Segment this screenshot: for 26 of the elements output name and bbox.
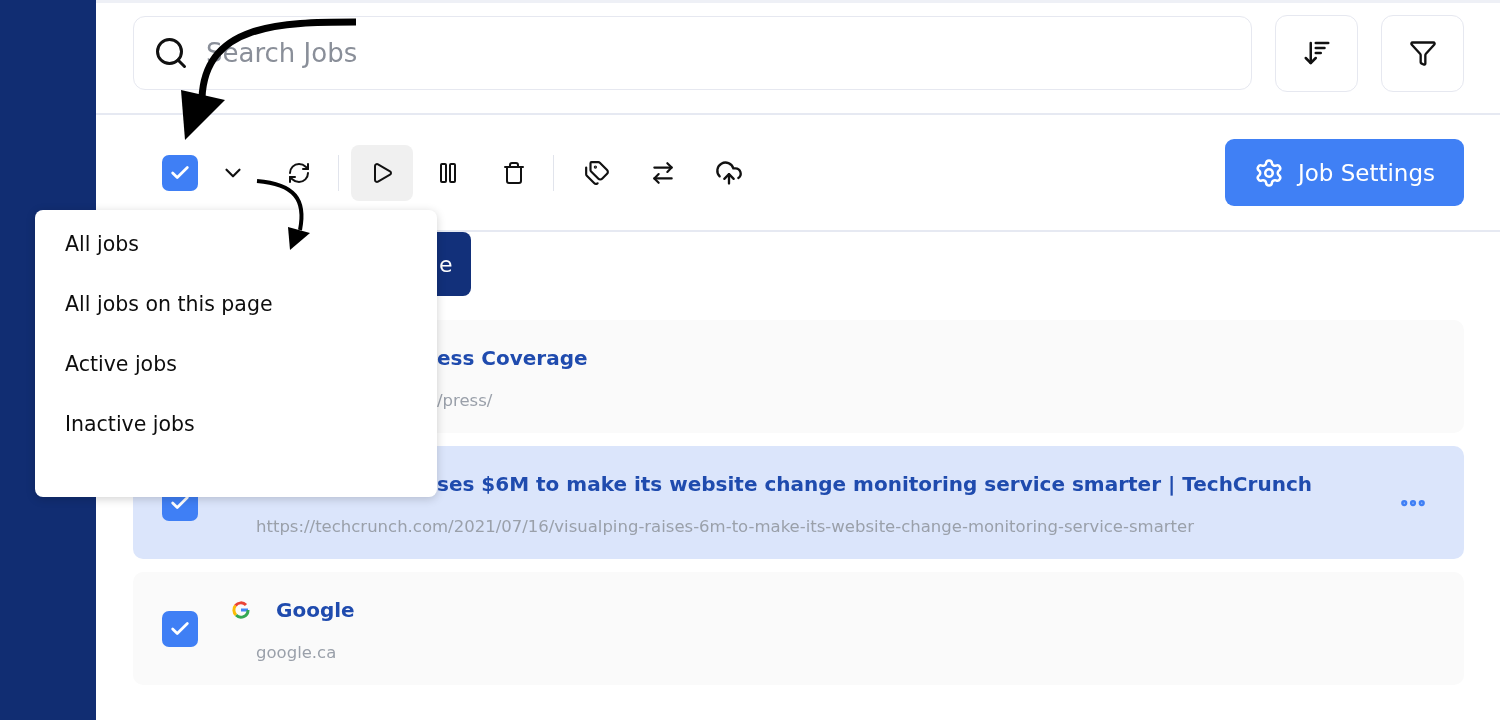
cloud-upload-icon xyxy=(715,158,743,187)
trash-icon xyxy=(502,160,526,185)
job-title[interactable]: Google xyxy=(276,598,355,622)
job-row[interactable]: Google google.ca xyxy=(133,572,1464,685)
search-icon xyxy=(153,35,189,71)
job-settings-button[interactable]: Job Settings xyxy=(1224,139,1464,206)
job-url: /press/ xyxy=(437,391,494,410)
job-url: https://techcrunch.com/2021/07/16/visualping-raises-6m-to-make-its-website-change-monitoring-service-smarter xyxy=(256,517,1195,536)
select-all-checkbox[interactable] xyxy=(162,154,198,191)
job-row[interactable]: ses $6M to make its website change monitoring service smarter | TechCrunch https://techcrunch.com/2021/07/16/visualping-raises-6m-to-make-its-website-change-monitoring-service-smarter xyxy=(133,446,1464,559)
job-checkbox[interactable] xyxy=(162,610,198,647)
menu-item[interactable]: All jobs xyxy=(35,228,437,288)
settings-icon xyxy=(1253,157,1284,188)
refresh-icon xyxy=(287,160,311,185)
google-logo-icon xyxy=(232,601,250,619)
job-title[interactable]: ess Coverage xyxy=(437,346,588,370)
filter-button[interactable] xyxy=(1381,14,1464,92)
covered-button[interactable]: e xyxy=(437,232,471,296)
job-url: google.ca xyxy=(256,643,338,662)
job-title[interactable]: ses $6M to make its website change monitoring service smarter | TechCrunch xyxy=(437,472,1312,496)
play-button[interactable] xyxy=(351,144,413,201)
tags-icon xyxy=(584,159,610,186)
filter-icon xyxy=(1408,39,1437,67)
sort-button[interactable] xyxy=(1275,14,1358,92)
swap-arrows-icon xyxy=(650,159,676,186)
curved-arrow-drawing xyxy=(256,179,310,250)
